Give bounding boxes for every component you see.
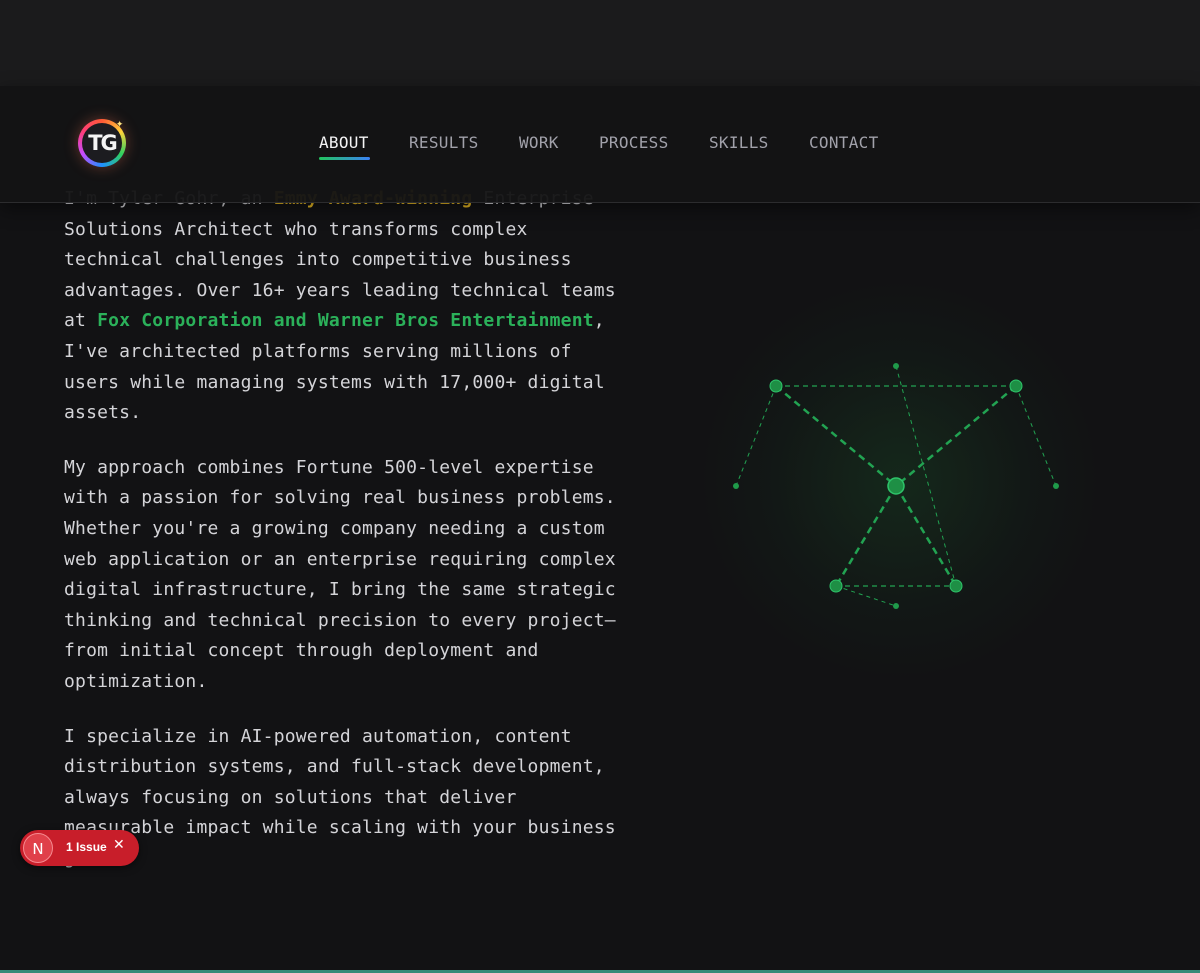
next-logo-icon: N [23,833,53,863]
logo[interactable]: TG ✦ [78,116,126,167]
nav-link-contact[interactable]: CONTACT [809,133,879,152]
network-edge [775,385,897,487]
network-edge [735,385,777,487]
network-edge [835,585,897,607]
close-icon[interactable]: ✕ [113,837,125,853]
network-node [949,579,963,593]
network-edge [834,485,898,587]
network-edge [895,385,1017,487]
network-node-small [733,483,739,489]
nav-link-process[interactable]: PROCESS [599,133,669,152]
companies-highlight: Fox Corporation and Warner Bros Entertai… [97,310,594,332]
sparkle-icon: ✦ [116,116,124,130]
issue-count: 1 Issue [66,840,107,854]
network-node-small [893,603,899,609]
nav-active-underline [319,157,370,160]
top-band [0,0,1200,86]
network-hub-node [887,477,905,495]
about-paragraph-3: I specialize in AI-powered automation, c… [64,725,616,869]
network-node-small [1053,483,1059,489]
network-graphic [733,363,1059,609]
nav-link-skills[interactable]: SKILLS [709,133,769,152]
issues-indicator[interactable]: N 1 Issue ✕ [20,830,139,866]
network-node [1009,379,1023,393]
network-edge [895,365,957,587]
nav-link-about[interactable]: ABOUT [319,133,369,152]
about-paragraph-2: My approach combines Fortune 500-level e… [64,456,616,692]
about-paragraph-1: I'm Tyler Gohr, an Emmy Award-winning En… [64,184,624,429]
network-node [769,379,783,393]
network-node [829,579,843,593]
nav-link-results[interactable]: RESULTS [409,133,479,152]
network-node-small [893,363,899,369]
about-content: I'm Tyler Gohr, an Emmy Award-winning En… [64,184,624,898]
network-edge [894,485,958,587]
nav-link-work[interactable]: WORK [519,133,559,152]
network-edge [1015,385,1057,487]
